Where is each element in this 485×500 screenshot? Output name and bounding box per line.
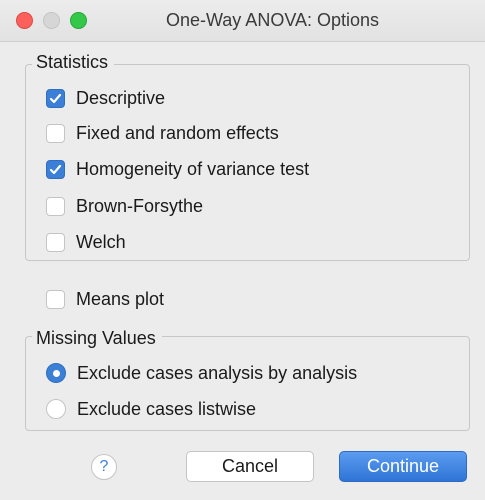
brown-forsythe-label: Brown-Forsythe xyxy=(76,195,204,216)
brown-forsythe-checkbox[interactable] xyxy=(46,196,65,216)
means-plot-option[interactable]: Means plot xyxy=(46,286,164,312)
options-dialog: One-Way ANOVA: Options Statistics Descri… xyxy=(0,0,485,500)
homogeneity-checkbox[interactable] xyxy=(46,159,65,179)
fixed-random-effects-option[interactable]: Fixed and random effects xyxy=(46,120,279,146)
welch-checkbox[interactable] xyxy=(46,232,65,252)
exclude-listwise-radio[interactable] xyxy=(46,399,66,419)
means-plot-label: Means plot xyxy=(76,288,165,309)
exclude-analysis-by-analysis-option[interactable]: Exclude cases analysis by analysis xyxy=(46,360,357,386)
cancel-button[interactable]: Cancel xyxy=(186,451,314,482)
descriptive-checkbox[interactable] xyxy=(46,88,65,108)
exclude-listwise-option[interactable]: Exclude cases listwise xyxy=(46,396,256,422)
fixed-random-effects-checkbox[interactable] xyxy=(46,123,65,143)
welch-label: Welch xyxy=(76,231,126,252)
exclude-analysis-by-analysis-label: Exclude cases analysis by analysis xyxy=(77,362,358,383)
checkmark-icon xyxy=(49,93,62,103)
means-plot-checkbox[interactable] xyxy=(46,289,65,309)
descriptive-option[interactable]: Descriptive xyxy=(46,85,165,111)
brown-forsythe-option[interactable]: Brown-Forsythe xyxy=(46,193,203,219)
title-bar[interactable]: One-Way ANOVA: Options xyxy=(0,0,485,42)
homogeneity-option[interactable]: Homogeneity of variance test xyxy=(46,156,309,182)
welch-option[interactable]: Welch xyxy=(46,229,126,255)
descriptive-label: Descriptive xyxy=(76,87,166,108)
missing-values-legend: Missing Values xyxy=(32,328,162,349)
radio-dot-icon xyxy=(52,369,60,377)
statistics-legend: Statistics xyxy=(32,52,115,73)
window-title: One-Way ANOVA: Options xyxy=(165,10,380,30)
checkmark-icon xyxy=(49,164,62,174)
exclude-analysis-by-analysis-radio[interactable] xyxy=(46,363,66,383)
help-button[interactable]: ? xyxy=(91,454,117,480)
exclude-listwise-label: Exclude cases listwise xyxy=(77,398,257,419)
continue-button[interactable]: Continue xyxy=(339,451,467,482)
fixed-random-effects-label: Fixed and random effects xyxy=(76,122,279,143)
homogeneity-label: Homogeneity of variance test xyxy=(76,158,310,179)
